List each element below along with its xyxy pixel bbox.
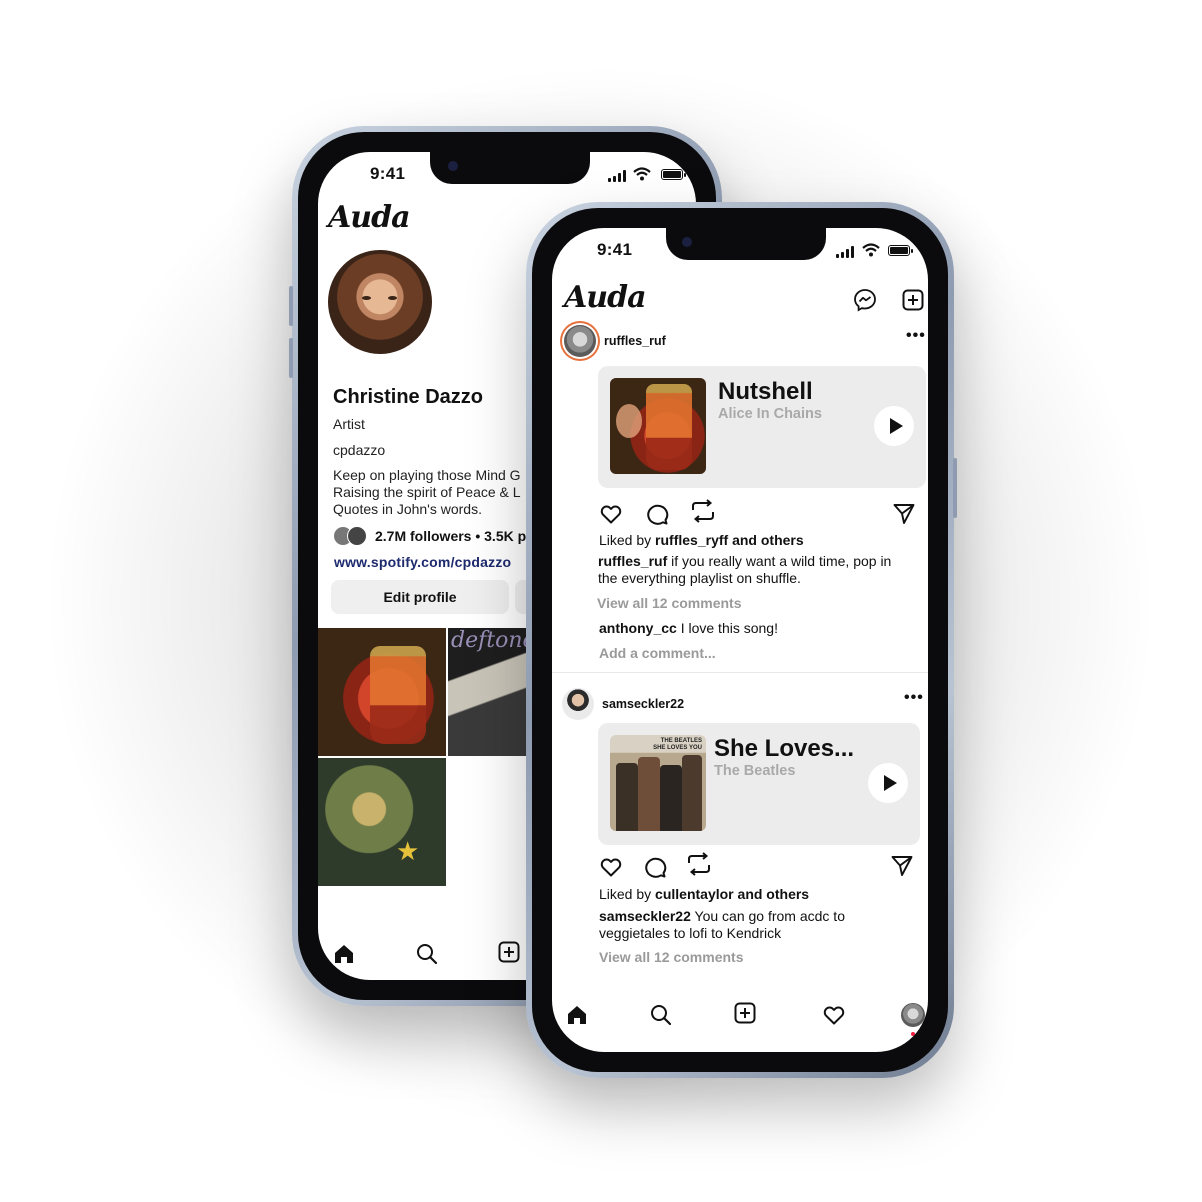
profile-avatar xyxy=(328,250,432,354)
add-icon[interactable] xyxy=(497,940,521,964)
album-text: THE BEATLES SHE LOVES YOU xyxy=(653,738,702,751)
song-title: She Loves... xyxy=(714,735,855,762)
post-username[interactable]: samseckler22 xyxy=(602,697,684,711)
more-options-icon[interactable]: ••• xyxy=(906,327,926,345)
grid-album-mellon-collie[interactable] xyxy=(318,758,446,886)
song-title: Nutshell xyxy=(718,378,813,405)
post-avatar[interactable] xyxy=(564,325,596,357)
feed-screen: 9:41 Auda ruffles_ruf ••• Nutshell Alice… xyxy=(552,228,928,1052)
profile-role: Artist xyxy=(333,416,365,432)
signal-icon xyxy=(608,170,626,182)
profile-tab-avatar[interactable] xyxy=(901,1003,925,1027)
post-caption-line: veggietales to lofi to Kendrick xyxy=(599,925,782,941)
feed-phone: 9:41 Auda ruffles_ruf ••• Nutshell Alice… xyxy=(526,202,957,1078)
post-avatar[interactable] xyxy=(562,688,594,720)
profile-link[interactable]: www.spotify.com/cpdazzo xyxy=(334,554,511,570)
followers-text: 2.7M followers • 3.5K p xyxy=(375,528,527,544)
repost-icon[interactable] xyxy=(685,851,713,877)
add-comment-input[interactable]: Add a comment... xyxy=(599,645,716,661)
add-icon[interactable] xyxy=(733,1001,757,1025)
comment-icon[interactable] xyxy=(645,502,669,526)
power-button xyxy=(953,458,957,518)
post-caption-line: the everything playlist on shuffle. xyxy=(598,570,801,586)
share-icon[interactable] xyxy=(892,502,916,526)
album-cover xyxy=(610,378,706,474)
liked-by[interactable]: Liked by cullentaylor and others xyxy=(599,886,809,902)
volume-button xyxy=(289,338,293,378)
notification-dot xyxy=(911,1032,915,1036)
profile-name: Christine Dazzo xyxy=(333,386,484,408)
camera-icon xyxy=(682,237,692,247)
music-card[interactable]: THE BEATLES SHE LOVES YOU She Loves... T… xyxy=(598,723,920,845)
battery-icon xyxy=(888,245,913,256)
album-cover: THE BEATLES SHE LOVES YOU xyxy=(610,735,706,831)
music-card[interactable]: Nutshell Alice In Chains xyxy=(598,366,926,488)
signal-icon xyxy=(836,246,854,258)
play-button[interactable] xyxy=(868,763,908,803)
app-logo: Auda xyxy=(328,200,411,235)
wifi-icon xyxy=(862,243,880,257)
grid-album-jar-of-flies[interactable] xyxy=(318,628,446,756)
post-username[interactable]: ruffles_ruf xyxy=(604,334,666,348)
profile-bio-line: Raising the spirit of Peace & L xyxy=(333,484,521,500)
post-caption: ruffles_ruf if you really want a wild ti… xyxy=(598,553,892,569)
status-time: 9:41 xyxy=(597,240,633,259)
song-artist: The Beatles xyxy=(714,763,796,779)
song-artist: Alice In Chains xyxy=(718,406,822,422)
post-divider xyxy=(552,672,928,673)
share-icon[interactable] xyxy=(890,854,914,878)
profile-bio-line: Quotes in John's words. xyxy=(333,501,482,517)
volume-button xyxy=(289,286,293,326)
battery-icon xyxy=(661,169,686,180)
add-post-icon[interactable] xyxy=(901,288,925,312)
comment: anthony_cc I love this song! xyxy=(599,620,778,636)
profile-bio-line: Keep on playing those Mind G xyxy=(333,467,521,483)
play-button[interactable] xyxy=(874,406,914,446)
bezel: 9:41 Auda ruffles_ruf ••• Nutshell Alice… xyxy=(532,208,948,1072)
search-icon[interactable] xyxy=(649,1003,673,1027)
camera-icon xyxy=(448,161,458,171)
comment-icon[interactable] xyxy=(643,855,667,879)
home-icon[interactable] xyxy=(332,942,356,966)
search-icon[interactable] xyxy=(415,942,439,966)
messenger-icon[interactable] xyxy=(853,288,877,312)
more-options-icon[interactable]: ••• xyxy=(904,689,924,707)
like-icon[interactable] xyxy=(599,855,623,879)
follower-avatars xyxy=(333,526,367,546)
heart-icon[interactable] xyxy=(822,1003,846,1027)
profile-handle: cpdazzo xyxy=(333,442,386,458)
notch xyxy=(666,228,826,260)
view-comments-link[interactable]: View all 12 comments xyxy=(599,949,743,965)
edit-profile-button[interactable]: Edit profile xyxy=(331,580,509,614)
app-logo: Auda xyxy=(564,280,647,315)
notch xyxy=(430,152,590,184)
followers-count[interactable]: 2.7M followers • 3.5K p xyxy=(333,526,526,546)
like-icon[interactable] xyxy=(599,502,623,526)
home-icon[interactable] xyxy=(565,1003,589,1027)
status-time: 9:41 xyxy=(370,164,406,183)
repost-icon[interactable] xyxy=(689,498,717,524)
liked-by[interactable]: Liked by ruffles_ryff and others xyxy=(599,532,804,548)
post-caption: samseckler22 You can go from acdc to xyxy=(599,908,845,924)
view-comments-link[interactable]: View all 12 comments xyxy=(597,595,741,611)
wifi-icon xyxy=(633,167,651,181)
